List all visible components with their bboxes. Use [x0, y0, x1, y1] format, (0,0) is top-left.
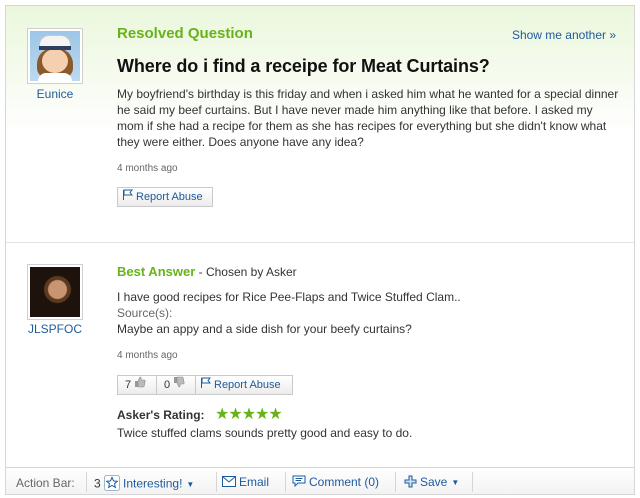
answer-timestamp: 4 months ago: [117, 350, 178, 361]
asker-name-link[interactable]: Eunice: [15, 87, 95, 101]
report-abuse-label: Report Abuse: [214, 379, 281, 391]
best-answer-label: Best Answer: [117, 264, 196, 279]
answerer-avatar[interactable]: [27, 264, 83, 320]
sources-label: Source(s):: [117, 306, 173, 320]
resolved-question-label: Resolved Question: [117, 25, 253, 42]
question-title: Where do i find a receipe for Meat Curta…: [117, 56, 490, 76]
action-bar: Action Bar: 3 Interesting! ▼ Email Commen…: [6, 467, 634, 494]
thumbs-down-button[interactable]: 0: [156, 375, 196, 395]
caret-down-icon: ▼: [451, 478, 460, 488]
section-divider: [6, 242, 634, 243]
question-section: Eunice Resolved Question Show me another…: [6, 6, 634, 242]
email-label: Email: [239, 475, 270, 489]
caret-down-icon: ▼: [186, 479, 195, 489]
star-icon: [104, 475, 121, 494]
email-button[interactable]: Email: [222, 475, 269, 490]
plus-icon: [404, 475, 417, 491]
avatar-image: [30, 31, 80, 81]
thumbs-down-icon: [173, 376, 185, 394]
avatar-image: [30, 267, 80, 317]
envelope-icon: [222, 475, 236, 490]
question-timestamp: 4 months ago: [117, 163, 178, 174]
thumbs-down-count: 0: [164, 379, 171, 391]
thumbs-up-count: 7: [125, 379, 132, 391]
report-abuse-button[interactable]: Report Abuse: [195, 375, 293, 395]
action-bar-divider: [472, 472, 473, 492]
interesting-count: 3: [94, 476, 101, 491]
asker-avatar[interactable]: [27, 28, 83, 84]
interesting-button[interactable]: 3 Interesting! ▼: [94, 475, 194, 494]
action-bar-divider: [86, 472, 87, 492]
interesting-label: Interesting!: [123, 476, 183, 491]
best-answer-header: Best Answer - Chosen by Asker: [117, 264, 297, 279]
rating-stars: ★★★★★: [215, 406, 283, 423]
flag-icon: [122, 188, 134, 206]
save-button[interactable]: Save ▼: [404, 475, 459, 491]
action-bar-divider: [216, 472, 217, 492]
action-bar-divider: [285, 472, 286, 492]
askers-rating-label: Asker's Rating:: [117, 408, 205, 422]
report-abuse-button[interactable]: Report Abuse: [117, 187, 213, 207]
thumbs-up-icon: [134, 376, 146, 394]
question-body: My boyfriend's birthday is this friday a…: [117, 87, 619, 149]
answer-source-text: Maybe an appy and a side dish for your b…: [117, 322, 412, 336]
rating-comment: Twice stuffed clams sounds pretty good a…: [117, 426, 413, 440]
answer-body: I have good recipes for Rice Pee-Flaps a…: [117, 290, 461, 304]
comment-label: Comment (0): [309, 475, 380, 489]
answers-panel: Eunice Resolved Question Show me another…: [5, 5, 635, 495]
action-bar-divider: [395, 472, 396, 492]
save-label: Save: [420, 475, 448, 490]
flag-icon: [200, 376, 212, 394]
action-bar-label: Action Bar:: [16, 476, 75, 490]
comment-button[interactable]: Comment (0): [292, 475, 379, 490]
thumbs-up-button[interactable]: 7: [117, 375, 157, 395]
show-another-link[interactable]: Show me another »: [512, 28, 616, 42]
chosen-by-text: - Chosen by Asker: [195, 265, 297, 279]
report-abuse-label: Report Abuse: [136, 191, 203, 203]
comment-bubble-icon: [292, 475, 306, 490]
answerer-name-link[interactable]: JLSPFOC: [15, 322, 95, 336]
